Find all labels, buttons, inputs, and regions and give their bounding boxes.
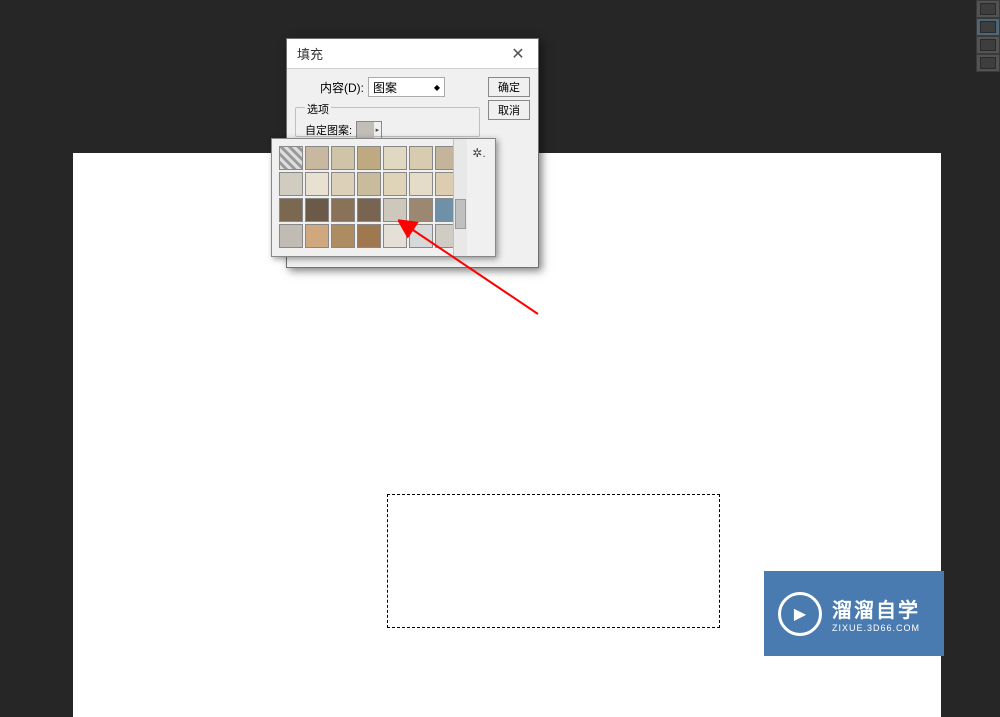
content-label: 内容(D): [303, 79, 368, 96]
pattern-item[interactable] [409, 172, 433, 196]
pattern-item[interactable] [409, 146, 433, 170]
pattern-item[interactable] [357, 224, 381, 248]
pattern-item[interactable] [279, 172, 303, 196]
pattern-item[interactable] [409, 224, 433, 248]
cancel-button[interactable]: 取消 [488, 100, 530, 120]
pattern-thumb [357, 122, 374, 138]
content-value: 图案 [373, 79, 397, 96]
pattern-item[interactable] [435, 146, 453, 170]
pattern-item[interactable] [383, 172, 407, 196]
ok-button[interactable]: 确定 [488, 77, 530, 97]
pattern-item[interactable] [279, 198, 303, 222]
options-label: 选项 [305, 101, 331, 117]
marquee-selection [387, 494, 720, 628]
pattern-grid [279, 146, 450, 248]
close-icon[interactable]: ✕ [508, 44, 528, 64]
watermark-logo: ▶ [778, 592, 822, 636]
pattern-item[interactable] [305, 146, 329, 170]
pattern-item[interactable] [435, 224, 453, 248]
watermark-title: 溜溜自学 [832, 594, 920, 623]
custom-pattern-label: 自定图案: [305, 122, 352, 138]
panel-tab-4[interactable] [976, 54, 1000, 72]
pattern-item[interactable] [305, 198, 329, 222]
watermark-text: 溜溜自学 ZIXUE.3D66.COM [832, 594, 920, 633]
pattern-item[interactable] [357, 146, 381, 170]
pattern-item[interactable] [383, 198, 407, 222]
pattern-item[interactable] [331, 172, 355, 196]
pattern-picker-popup: ✲. [271, 138, 496, 257]
pattern-item[interactable] [331, 146, 355, 170]
gear-icon[interactable]: ✲. [471, 146, 487, 158]
panel-tab-3[interactable] [976, 36, 1000, 54]
dialog-titlebar[interactable]: 填充 ✕ [287, 39, 538, 69]
dialog-title: 填充 [297, 44, 323, 63]
watermark-subtitle: ZIXUE.3D66.COM [832, 623, 920, 633]
pattern-item[interactable] [409, 198, 433, 222]
scroll-thumb[interactable] [455, 199, 466, 229]
pattern-item[interactable] [435, 172, 453, 196]
content-select[interactable]: 图案 ◆ [368, 77, 445, 97]
pattern-item[interactable] [435, 198, 453, 222]
panel-tab-2[interactable] [976, 18, 1000, 36]
pattern-item[interactable] [357, 198, 381, 222]
pattern-item[interactable] [279, 224, 303, 248]
pattern-item[interactable] [305, 224, 329, 248]
pattern-item[interactable] [331, 198, 355, 222]
right-panel-tabs [976, 0, 1000, 72]
pattern-item[interactable] [331, 224, 355, 248]
pattern-item[interactable] [357, 172, 381, 196]
chevron-down-icon: ◆ [434, 83, 440, 92]
pattern-item[interactable] [305, 172, 329, 196]
pattern-item[interactable] [383, 146, 407, 170]
pattern-swatch-trigger[interactable]: ▸ [356, 121, 382, 139]
watermark: ▶ 溜溜自学 ZIXUE.3D66.COM [764, 571, 944, 656]
panel-tab-1[interactable] [976, 0, 1000, 18]
pattern-item[interactable] [383, 224, 407, 248]
chevron-down-icon: ▸ [374, 126, 381, 134]
pattern-grid-container [272, 139, 453, 256]
play-icon: ▶ [794, 604, 806, 624]
pattern-scrollbar[interactable] [453, 139, 467, 256]
pattern-item[interactable] [279, 146, 303, 170]
